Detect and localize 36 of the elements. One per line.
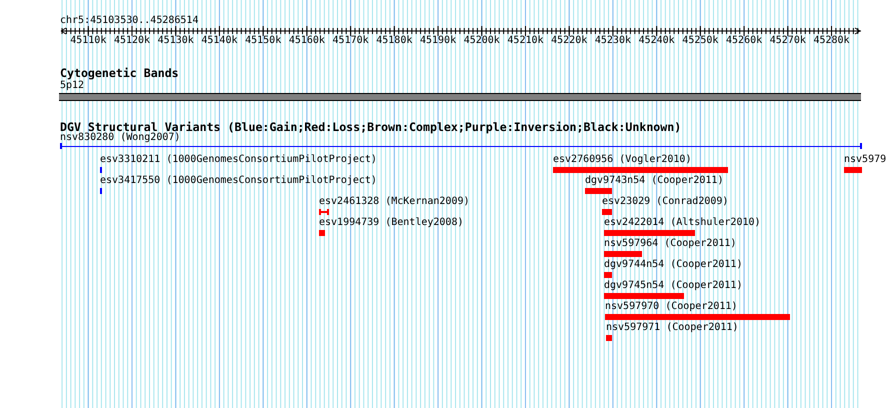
tick-label: 45140k (200, 35, 238, 47)
tick-label: 45220k (550, 35, 588, 47)
tick-label: 45280k (812, 35, 851, 47)
variant-label: dgv9745n54 (Cooper2011) (604, 280, 742, 292)
tick-label: 45200k (462, 35, 501, 47)
tick-label: 45170k (332, 35, 370, 47)
variant-label: nsv830280 (Wong2007) (60, 132, 180, 144)
variant-label: esv3417550 (1000GenomesConsortiumPilotProject) (100, 175, 377, 187)
tick-label: 45120k (112, 35, 152, 47)
tick-label: 45180k (375, 35, 414, 47)
chromosome-position: chr5:45103530..45286514 (60, 15, 198, 27)
tick-label: 45150k (244, 35, 282, 47)
tick-label: 45250k (681, 35, 720, 47)
variant-label: esv2422014 (Altshuler2010) (604, 217, 761, 229)
variant-label: nsv597970 (Cooper2011) (605, 301, 738, 313)
tick-label: 45210k (506, 35, 545, 47)
variant-label: nsv597971 (Cooper2011) (606, 322, 738, 334)
variant-label: esv23029 (Conrad2009) (602, 196, 728, 208)
variant-label: esv1994739 (Bentley2008) (319, 217, 464, 229)
variant-label: esv2461328 (McKernan2009) (319, 196, 470, 208)
variant-label: nsv5979 (844, 154, 886, 166)
tick-label: 45230k (594, 35, 632, 47)
tick-label: 45190k (418, 35, 458, 47)
variant-label: dgv9743n54 (Cooper2011) (585, 175, 724, 187)
variant-label: nsv597964 (Cooper2011) (604, 238, 736, 250)
tick-label: 45130k (156, 35, 195, 47)
tick-label: 45260k (725, 35, 764, 47)
tick-label: 45160k (288, 35, 326, 47)
track-title: Cytogenetic Bands (60, 67, 179, 80)
tick-label: 45110k (69, 35, 108, 47)
variant-label: esv3310211 (1000GenomesConsortiumPilotProject) (100, 154, 377, 166)
tick-label: 45240k (638, 35, 676, 47)
variant-label: esv2760956 (Vogler2010) (553, 154, 692, 166)
band-label: 5p12 (60, 80, 84, 92)
variant-label: dgv9744n54 (Cooper2011) (604, 259, 742, 271)
tick-label: 45270k (768, 35, 807, 47)
